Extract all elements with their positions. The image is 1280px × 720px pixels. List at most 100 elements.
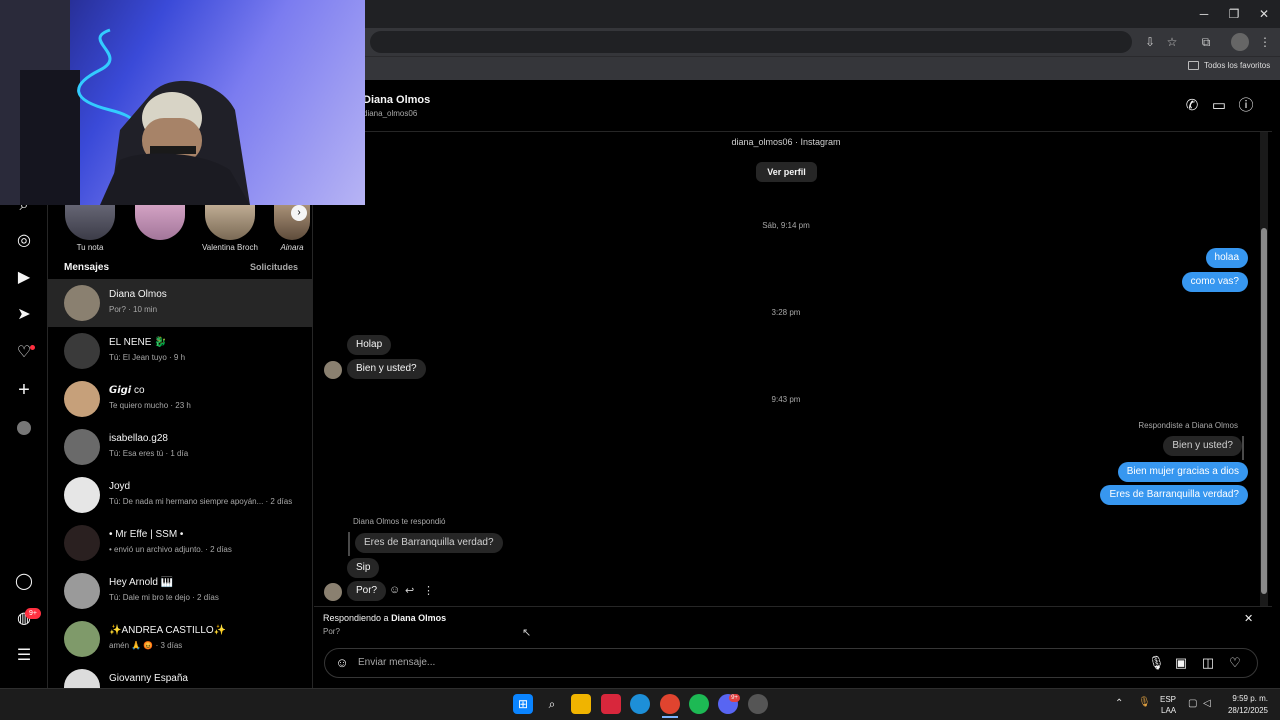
network-icon[interactable]: ▢ (1188, 698, 1197, 709)
language-sub: LAA (1161, 706, 1177, 715)
requests-link[interactable]: Solicitudes (250, 262, 298, 272)
clock-time[interactable]: 9:59 p. m. (1224, 694, 1268, 703)
menu-dots-icon[interactable]: ⋮ (1256, 33, 1274, 51)
avatar (64, 285, 100, 321)
profile-avatar[interactable] (17, 421, 31, 435)
avatar (64, 525, 100, 561)
note-item[interactable]: Valentina Broch... (202, 200, 258, 252)
chat-scrollbar-thumb[interactable] (1261, 228, 1267, 594)
sticker-icon[interactable]: ◫ (1200, 655, 1216, 671)
message-received[interactable]: Por? (347, 581, 387, 601)
react-emoji-icon[interactable]: ☺ (389, 584, 400, 596)
conversation-item[interactable]: isabellao.g28 Tú: Esa eres tú · 1 día (48, 423, 313, 471)
bookmarks-folder-label[interactable]: Todos los favoritos (1204, 61, 1270, 70)
avatar (64, 429, 100, 465)
replying-to-label: Respondiendo a Diana Olmos (323, 613, 447, 623)
more-menu-icon[interactable]: ☰ (14, 646, 34, 666)
edge-icon[interactable] (630, 694, 650, 714)
chrome-icon[interactable] (660, 694, 680, 714)
avatar (64, 621, 100, 657)
webcam-scene (0, 0, 250, 205)
avatar (64, 573, 100, 609)
create-plus-icon[interactable]: + (14, 380, 34, 400)
conversation-item[interactable]: Giovanny España (48, 663, 313, 688)
message-sent[interactable]: Bien mujer gracias a dios (1117, 462, 1248, 482)
language-indicator[interactable]: ESP (1160, 695, 1176, 704)
file-explorer-icon[interactable] (571, 694, 591, 714)
microphone-icon[interactable]: 🎙 (1138, 697, 1151, 708)
app-circle-icon[interactable] (748, 694, 768, 714)
profile-avatar[interactable] (1231, 33, 1249, 51)
clock-date[interactable]: 28/12/2025 (1220, 706, 1268, 715)
reply-note: Respondiste a Diana Olmos (1138, 421, 1238, 430)
explore-icon[interactable]: ◎ (14, 231, 34, 251)
tray-chevron-icon[interactable]: ⌃ (1115, 698, 1123, 709)
conversation-item[interactable]: Joyd Tú: De nada mi hermano siempre apoy… (48, 471, 313, 519)
note-item[interactable]: Tu nota (64, 200, 116, 252)
maximize-icon[interactable]: ❐ (1219, 4, 1249, 24)
message-received[interactable]: Sip (347, 558, 380, 578)
message-received[interactable]: Bien y usted? (347, 359, 426, 379)
photo-icon[interactable]: ▣ (1173, 655, 1189, 671)
quote-bar (348, 532, 350, 556)
phone-call-icon[interactable]: ✆ (1183, 97, 1201, 115)
conversation-item[interactable]: ✨ANDREA CASTILLO✨ amén 🙏 😡 · 3 días (48, 615, 313, 663)
address-bar[interactable] (370, 31, 1132, 53)
replying-to-quote: Por? (323, 627, 340, 636)
avatar (324, 583, 342, 601)
nav-badge: 9+ (25, 608, 41, 619)
quote-bar (1242, 436, 1244, 460)
cancel-reply-icon[interactable]: ✕ (1244, 612, 1253, 625)
message-composer[interactable] (324, 648, 1258, 678)
timestamp: 9:43 pm (771, 395, 801, 404)
quoted-message[interactable]: Bien y usted? (1163, 436, 1242, 456)
bookmark-star-icon[interactable]: ☆ (1163, 33, 1181, 51)
emoji-picker-icon[interactable]: ☺ (334, 655, 350, 671)
conversation-item[interactable]: Hey Arnold 🎹 Tú: Dale mi bro te dejo · 2… (48, 567, 313, 615)
conversation-item[interactable]: Diana Olmos Por? · 10 min (48, 279, 313, 327)
video-call-icon[interactable]: ▭ (1210, 97, 1228, 115)
search-icon[interactable]: ⌕ (542, 694, 562, 714)
reply-note: Diana Olmos te respondió (353, 517, 446, 526)
conversation-item[interactable]: 𝙂𝙞𝙜𝙞 co Te quiero mucho · 23 h (48, 375, 313, 423)
conversation-item[interactable]: EL NENE 🐉 Tú: El Jean tuyo · 9 h (48, 327, 313, 375)
threads-icon[interactable]: ◯ (14, 572, 34, 592)
close-window-icon[interactable]: ✕ (1249, 4, 1279, 24)
spotify-icon[interactable] (689, 694, 709, 714)
webcam-overlay (0, 0, 365, 205)
folder-icon (1188, 61, 1199, 70)
contact-name[interactable]: Diana Olmos (363, 94, 430, 106)
contact-handle: diana_olmos06 (363, 109, 418, 118)
quoted-message[interactable]: Eres de Barranquilla verdad? (355, 533, 503, 553)
extensions-icon[interactable]: ⧉ (1197, 33, 1215, 51)
like-heart-icon[interactable]: ♡ (1227, 655, 1243, 671)
note-item[interactable] (134, 200, 186, 243)
reply-icon[interactable]: ↩ (405, 584, 414, 597)
volume-icon[interactable]: ◁ (1203, 698, 1211, 709)
view-profile-button[interactable]: Ver perfil (756, 162, 817, 182)
messages-title: Mensajes (64, 262, 110, 273)
timestamp: Sáb, 9:14 pm (762, 221, 810, 230)
avatar (324, 361, 342, 379)
chat-header (314, 80, 1272, 132)
message-sent[interactable]: como vas? (1181, 272, 1248, 292)
info-icon[interactable]: ⓘ (1237, 97, 1255, 115)
message-sent[interactable]: holaa (1205, 248, 1248, 268)
notes-next-button[interactable]: › (291, 205, 307, 221)
conversation-item[interactable]: • Mr Effe | SSM • • envió un archivo adj… (48, 519, 313, 567)
messages-icon[interactable]: ➤ (14, 305, 34, 325)
start-icon[interactable]: ⊞ (513, 694, 533, 714)
timestamp: 3:28 pm (771, 308, 801, 317)
message-received[interactable]: Holap (347, 335, 392, 355)
reels-icon[interactable]: ▶ (14, 268, 34, 288)
profile-line: diana_olmos06 · Instagram (731, 137, 841, 147)
message-input[interactable]: Enviar mensaje... (358, 657, 435, 668)
message-sent[interactable]: Eres de Barranquilla verdad? (1100, 485, 1248, 505)
voice-message-icon[interactable]: 🎙 (1148, 655, 1165, 671)
app-red-icon[interactable] (601, 694, 621, 714)
install-app-icon[interactable]: ⇩ (1141, 33, 1159, 51)
active-app-indicator (662, 716, 678, 718)
avatar (64, 477, 100, 513)
minimize-icon[interactable]: ─ (1189, 4, 1219, 24)
more-options-icon[interactable]: ⋮ (423, 584, 434, 597)
